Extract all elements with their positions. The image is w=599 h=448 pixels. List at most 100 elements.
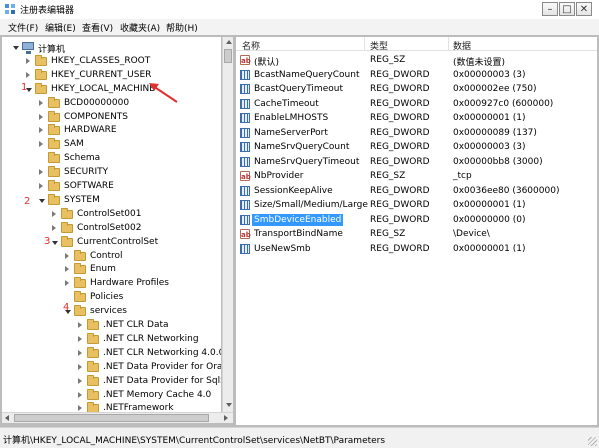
scroll-up-icon[interactable] (226, 40, 232, 44)
value-name: SmbDeviceEnabled (252, 213, 344, 226)
tree-node-label: CurrentControlSet (77, 236, 159, 247)
collapsed-arrow-icon[interactable] (78, 349, 82, 356)
scroll-left-icon[interactable] (5, 415, 9, 421)
collapsed-arrow-icon[interactable] (39, 169, 43, 176)
value-name: TransportBindName (254, 229, 343, 239)
collapsed-arrow-icon[interactable] (65, 266, 69, 273)
value-row[interactable]: CacheTimeout REG_DWORD 0x000927c0 (600000) (236, 97, 597, 111)
folder-icon (48, 124, 60, 136)
menu-favorites[interactable]: 收藏夹(A) (120, 21, 160, 34)
value-row[interactable]: SessionKeepAlive REG_DWORD 0x0036ee80 (360… (236, 184, 597, 198)
value-data: _tcp (453, 171, 472, 181)
column-data-header[interactable]: 数据 (453, 39, 471, 52)
collapsed-arrow-icon[interactable] (39, 113, 43, 120)
dword-value-icon (240, 69, 250, 80)
close-icon: ✕ (579, 4, 589, 15)
value-row[interactable]: ab NbProvider REG_SZ _tcp (236, 169, 597, 183)
column-divider[interactable] (448, 37, 449, 50)
tree-horizontal-scrollbar[interactable] (2, 412, 233, 423)
value-type: REG_DWORD (370, 185, 430, 196)
tree-node-label: COMPONENTS (64, 111, 129, 122)
collapsed-arrow-icon[interactable] (78, 363, 82, 370)
tree-node-label: .NETFramework (103, 403, 174, 412)
column-name-header[interactable]: 名称 (242, 39, 260, 52)
collapsed-arrow-icon[interactable] (39, 183, 43, 189)
folder-icon (35, 82, 47, 94)
expanded-arrow-icon[interactable] (39, 198, 45, 203)
scroll-right-icon[interactable] (224, 415, 228, 421)
computer-icon (22, 42, 34, 54)
minimize-icon: – (547, 4, 553, 15)
value-row[interactable]: Size/Small/Medium/Large REG_DWORD 0x000000… (236, 198, 597, 212)
value-row[interactable]: UseNewSmb REG_DWORD 0x00000001 (1) (236, 242, 597, 256)
column-type-header[interactable]: 类型 (370, 39, 388, 52)
collapsed-arrow-icon[interactable] (52, 210, 56, 217)
value-name: (默认) (254, 58, 280, 68)
dword-value-icon (240, 98, 250, 109)
tree-node-label: .NET CLR Networking 4.0.0.0 (103, 347, 221, 358)
value-row[interactable]: ab (默认) REG_SZ (数值未设置) (236, 53, 597, 68)
value-data: 0x00000089 (137) (453, 127, 537, 138)
folder-icon (87, 360, 99, 372)
folder-icon (87, 388, 99, 400)
collapsed-arrow-icon[interactable] (78, 391, 82, 398)
value-row[interactable]: EnableLMHOSTS REG_DWORD 0x00000001 (1) (236, 111, 597, 125)
menu-help[interactable]: 帮助(H) (166, 21, 198, 34)
value-row[interactable]: SmbDeviceEnabled REG_DWORD 0x00000000 (0) (236, 213, 597, 227)
dword-value-icon (240, 142, 250, 152)
collapsed-arrow-icon[interactable] (26, 57, 30, 64)
collapsed-arrow-icon[interactable] (26, 71, 30, 78)
value-name: BcastNameQueryCount (254, 69, 360, 80)
value-row[interactable]: BcastQueryTimeout REG_DWORD 0x000002ee (75… (236, 82, 597, 96)
collapsed-arrow-icon[interactable] (65, 252, 69, 259)
close-button[interactable]: ✕ (576, 2, 592, 16)
menu-file[interactable]: 文件(F) (8, 21, 38, 34)
folder-icon (48, 110, 60, 122)
minimize-button[interactable]: – (542, 2, 558, 16)
value-row[interactable]: NameSrvQueryCount REG_DWORD 0x00000003 (3) (236, 140, 597, 154)
value-row[interactable]: NameServerPort REG_DWORD 0x00000089 (137) (236, 126, 597, 140)
collapsed-arrow-icon[interactable] (39, 127, 43, 134)
collapsed-arrow-icon[interactable] (65, 280, 69, 287)
tree-node-label: Control (90, 250, 123, 261)
tree-node-label: HKEY_LOCAL_MACHINE (51, 83, 155, 94)
collapsed-arrow-icon[interactable] (78, 335, 82, 342)
folder-icon (35, 54, 47, 66)
value-row[interactable]: NameSrvQueryTimeout REG_DWORD 0x00000bb8 (… (236, 155, 597, 169)
menu-edit[interactable]: 编辑(E) (45, 21, 76, 34)
collapsed-arrow-icon[interactable] (52, 224, 56, 231)
collapsed-arrow-icon[interactable] (78, 405, 82, 412)
collapsed-arrow-icon[interactable] (39, 99, 43, 106)
folder-icon (48, 152, 60, 164)
scroll-down-icon[interactable] (226, 403, 232, 407)
tree-scroll-thumb[interactable] (224, 49, 232, 63)
tree-node-label: HARDWARE (64, 125, 117, 136)
tree-hscroll-thumb[interactable] (14, 414, 209, 422)
registry-tree[interactable]: 计算机 HKEY_CLASSES_ROOT HKEY_CURRENT_USER HKE… (2, 37, 221, 412)
folder-icon (48, 166, 60, 178)
value-name: Size/Small/Medium/Large (254, 200, 368, 210)
value-row[interactable]: BcastNameQueryCount REG_DWORD 0x00000003 (… (236, 68, 597, 82)
value-data: 0x000002ee (750) (453, 84, 537, 94)
resize-grip-icon[interactable] (588, 437, 597, 446)
collapsed-arrow-icon[interactable] (78, 322, 82, 328)
regedit-app-icon (5, 4, 15, 14)
column-divider[interactable] (364, 37, 365, 50)
tree-vertical-scrollbar[interactable] (222, 37, 233, 412)
folder-icon (87, 374, 99, 386)
value-name: SessionKeepAlive (254, 185, 333, 196)
collapsed-arrow-icon[interactable] (39, 141, 43, 148)
expanded-arrow-icon[interactable] (13, 46, 19, 50)
dword-value-icon (240, 156, 250, 167)
maximize-button[interactable]: □ (559, 2, 575, 16)
values-pane[interactable]: 名称 类型 数据 ab (默认) REG_SZ (数值未设置) BcastNameQue… (236, 37, 597, 425)
expanded-arrow-icon[interactable] (52, 240, 58, 245)
value-data: (数值未设置) (453, 58, 506, 68)
value-row[interactable]: ab TransportBindName REG_SZ \Device\ (236, 227, 597, 241)
value-type: REG_DWORD (370, 243, 430, 254)
collapsed-arrow-icon[interactable] (78, 377, 82, 384)
dword-value-icon (240, 214, 250, 225)
value-name: EnableLMHOSTS (254, 113, 329, 123)
value-data: 0x0036ee80 (3600000) (453, 185, 560, 196)
menu-view[interactable]: 查看(V) (82, 21, 113, 34)
